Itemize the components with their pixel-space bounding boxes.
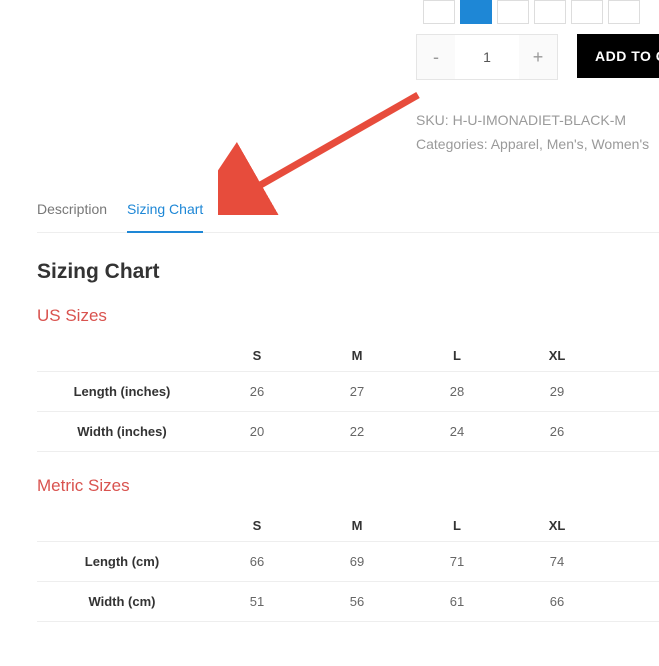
cell: 66 — [207, 542, 307, 582]
sku-value: H-U-IMONADIET-BLACK-M — [453, 112, 626, 128]
us-sizes-table: S M L XL Length (inches) 26 27 28 29 Wid… — [37, 340, 659, 452]
category-link[interactable]: Women's — [591, 136, 649, 152]
row-label: Length (cm) — [37, 542, 207, 582]
col-xl: XL — [507, 510, 607, 542]
row-label: Width (cm) — [37, 582, 207, 622]
row-label: Length (inches) — [37, 372, 207, 412]
categories-label: Categories: — [416, 136, 488, 152]
category-link[interactable]: Apparel — [491, 136, 539, 152]
swatch[interactable] — [423, 0, 455, 24]
cell: 20 — [207, 412, 307, 452]
add-to-cart-button[interactable]: ADD TO CART — [577, 34, 659, 78]
col-m: M — [307, 340, 407, 372]
swatch[interactable] — [497, 0, 529, 24]
swatch[interactable] — [571, 0, 603, 24]
cell: 22 — [307, 412, 407, 452]
cell: 69 — [307, 542, 407, 582]
metric-sizes-table: S M L XL Length (cm) 66 69 71 74 Width (… — [37, 510, 659, 622]
col-l: L — [407, 510, 507, 542]
swatch[interactable] — [534, 0, 566, 24]
col-s: S — [207, 340, 307, 372]
cell: 26 — [507, 412, 607, 452]
row-label: Width (inches) — [37, 412, 207, 452]
cell: 74 — [507, 542, 607, 582]
col-s: S — [207, 510, 307, 542]
cell: 24 — [407, 412, 507, 452]
cell: 29 — [507, 372, 607, 412]
col-m: M — [307, 510, 407, 542]
cell: 56 — [307, 582, 407, 622]
cell: 66 — [507, 582, 607, 622]
cell: 28 — [407, 372, 507, 412]
metric-sizes-heading: Metric Sizes — [37, 476, 659, 496]
qty-plus-button[interactable]: + — [519, 35, 557, 79]
cell: 51 — [207, 582, 307, 622]
sizing-chart-heading: Sizing Chart — [37, 260, 659, 284]
qty-minus-button[interactable]: - — [417, 35, 455, 79]
swatch[interactable] — [608, 0, 640, 24]
category-link[interactable]: Men's — [547, 136, 584, 152]
swatch-row — [423, 0, 640, 24]
tab-sizing-chart[interactable]: Sizing Chart — [127, 201, 203, 233]
us-sizes-heading: US Sizes — [37, 306, 659, 326]
swatch-selected[interactable] — [460, 0, 492, 24]
quantity-stepper: - + — [416, 34, 558, 80]
annotation-arrow-icon — [218, 85, 438, 215]
product-meta: SKU: H-U-IMONADIET-BLACK-M Categories: A… — [416, 108, 649, 156]
cell: 27 — [307, 372, 407, 412]
col-xl: XL — [507, 340, 607, 372]
sku-label: SKU: — [416, 112, 449, 128]
cell: 61 — [407, 582, 507, 622]
tabs: Description Sizing Chart — [37, 201, 659, 233]
cell: 26 — [207, 372, 307, 412]
cell: 71 — [407, 542, 507, 582]
col-l: L — [407, 340, 507, 372]
qty-input[interactable] — [455, 35, 519, 79]
tab-description[interactable]: Description — [37, 201, 107, 232]
